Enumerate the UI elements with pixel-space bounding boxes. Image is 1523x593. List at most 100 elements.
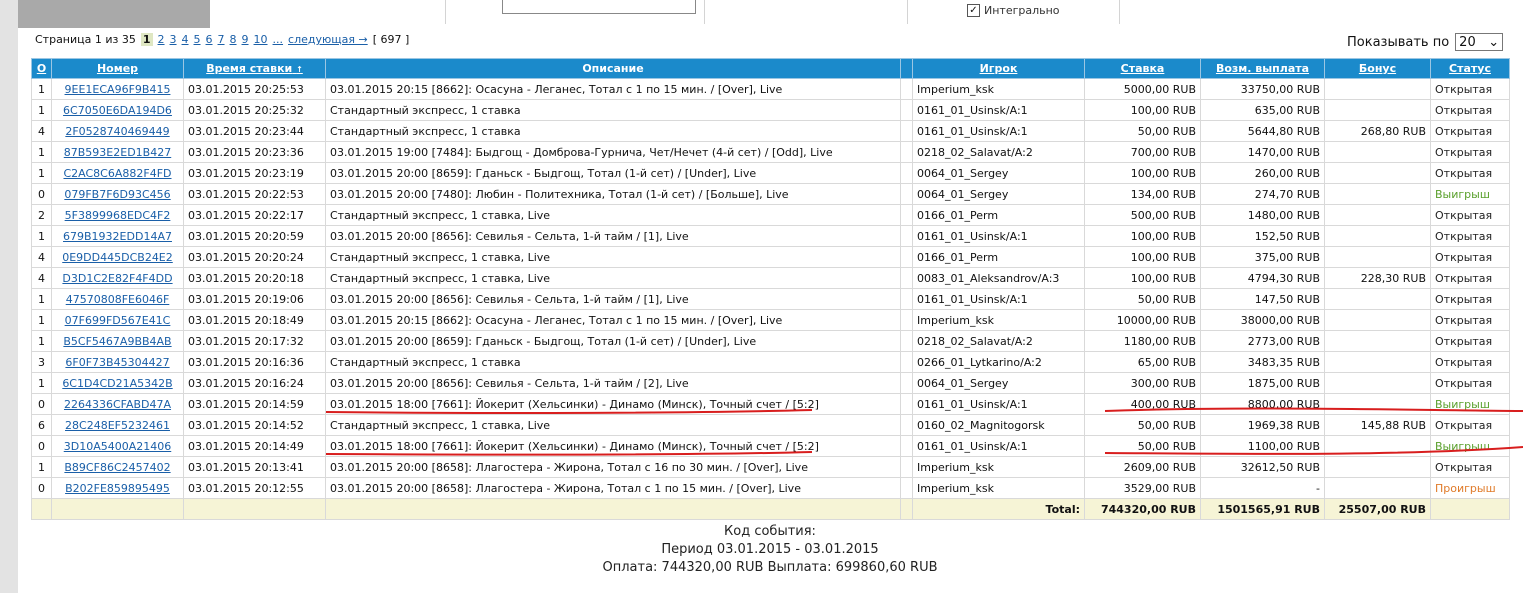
cell-bonus — [1324, 288, 1431, 310]
cell-stake: 3529,00 RUB — [1084, 477, 1201, 499]
cell-payout: 8800,00 RUB — [1200, 393, 1325, 415]
cell-player: Imperium_ksk — [912, 309, 1085, 331]
bet-number-link[interactable]: 3D10A5400A21406 — [64, 440, 172, 453]
cell-status: Открытая — [1430, 309, 1510, 331]
table-row: 1 679B1932EDD14A7 03.01.2015 20:20:59 03.01… — [31, 225, 1510, 247]
pagination-page-link[interactable]: 10 — [254, 33, 268, 46]
summary-totals: Оплата: 744320,00 RUB Выплата: 699860,60… — [602, 560, 938, 575]
cell-stake: 700,00 RUB — [1084, 141, 1201, 163]
cell-stake: 50,00 RUB — [1084, 414, 1201, 436]
cell-payout: 1875,00 RUB — [1200, 372, 1325, 394]
cell-description: 03.01.2015 20:00 [8659]: Гданьск - Быдго… — [325, 162, 901, 184]
cell-time: 03.01.2015 20:18:49 — [183, 309, 326, 331]
bet-number-link[interactable]: 6C1D4CD21A5342B — [62, 377, 172, 390]
col-header-desc: Описание — [325, 58, 901, 79]
cell-payout: 38000,00 RUB — [1200, 309, 1325, 331]
col-header-time[interactable]: Время ставки ↑ — [183, 58, 326, 79]
pagination-page-link[interactable]: ... — [273, 33, 284, 46]
status-badge: Открытая — [1435, 418, 1493, 432]
cell-payout: 33750,00 RUB — [1200, 78, 1325, 100]
cell-stake: 500,00 RUB — [1084, 204, 1201, 226]
bet-number-link[interactable]: 07F699FD567E41C — [65, 314, 171, 327]
pagination-page-link[interactable]: 7 — [218, 33, 225, 46]
pagination-page-link[interactable]: 5 — [194, 33, 201, 46]
table-row: 6 28C248EF5232461 03.01.2015 20:14:52 Станд… — [31, 414, 1510, 436]
summary-event-code: Код события: — [724, 524, 816, 539]
cell-payout: 2773,00 RUB — [1200, 330, 1325, 352]
col-header-stake[interactable]: Ставка — [1084, 58, 1201, 79]
bet-number-link[interactable]: 87B593E2ED1B427 — [64, 146, 171, 159]
col-header-o[interactable]: О — [31, 58, 52, 79]
cell-status: Открытая — [1430, 372, 1510, 394]
bet-number-link[interactable]: 28C248EF5232461 — [65, 419, 170, 432]
col-header-payout[interactable]: Возм. выплата — [1200, 58, 1325, 79]
bet-number-link[interactable]: 6F0F73B45304427 — [65, 356, 169, 369]
cell-number: 3D10A5400A21406 — [51, 435, 184, 457]
cell-status: Выигрыш — [1430, 435, 1510, 457]
sort-icon: ↑ — [296, 65, 303, 74]
bet-number-link[interactable]: B5CF5467A9BB4AB — [63, 335, 171, 348]
cell-time: 03.01.2015 20:20:24 — [183, 246, 326, 268]
col-header-number[interactable]: Номер — [51, 58, 184, 79]
cell-status: Открытая — [1430, 204, 1510, 226]
filter-input[interactable] — [502, 0, 696, 14]
bet-number-link[interactable]: B89CF86C2457402 — [64, 461, 170, 474]
page-size-label: Показывать по — [1347, 34, 1450, 50]
col-header-status[interactable]: Статус — [1430, 58, 1510, 79]
cell-spacer — [900, 162, 913, 184]
pagination-page-link[interactable]: 8 — [230, 33, 237, 46]
cell-player: 0161_01_Usinsk/A:1 — [912, 120, 1085, 142]
pagination-page-link[interactable]: 6 — [206, 33, 213, 46]
cell-o: 1 — [31, 141, 52, 163]
cell-time: 03.01.2015 20:13:41 — [183, 456, 326, 478]
cell-bonus — [1324, 456, 1431, 478]
status-badge: Открытая — [1435, 334, 1493, 348]
bet-number-link[interactable]: 47570808FE6046F — [66, 293, 170, 306]
cell-spacer — [900, 183, 913, 205]
bet-number-link[interactable]: B202FE859895495 — [65, 482, 170, 495]
page-size-select[interactable]: 20 ⌄ — [1455, 33, 1504, 51]
bet-number-link[interactable]: 0E9DD445DCB24E2 — [62, 251, 173, 264]
bet-number-link[interactable]: 679B1932EDD14A7 — [63, 230, 172, 243]
cell-stake: 10000,00 RUB — [1084, 309, 1201, 331]
pagination-page-link[interactable]: 9 — [242, 33, 249, 46]
cell-description: 03.01.2015 20:00 [8659]: Гданьск - Быдго… — [325, 330, 901, 352]
pagination-page-link[interactable]: 3 — [170, 33, 177, 46]
cell-number: B89CF86C2457402 — [51, 456, 184, 478]
cell-stake: 134,00 RUB — [1084, 183, 1201, 205]
cell-bonus — [1324, 99, 1431, 121]
total-payout: 1501565,91 RUB — [1200, 498, 1325, 520]
col-header-player[interactable]: Игрок — [912, 58, 1085, 79]
bet-number-link[interactable]: 6C7050E6DA194D6 — [63, 104, 172, 117]
integral-checkbox[interactable]: ✓ — [967, 4, 980, 17]
cell-number: 6C1D4CD21A5342B — [51, 372, 184, 394]
pagination-page-link[interactable]: 4 — [182, 33, 189, 46]
cell-status: Открытая — [1430, 288, 1510, 310]
col-header-bonus[interactable]: Бонус — [1324, 58, 1431, 79]
cell-time: 03.01.2015 20:19:06 — [183, 288, 326, 310]
cell-description: 03.01.2015 20:00 [8656]: Севилья - Сельт… — [325, 372, 901, 394]
table-row: 4 0E9DD445DCB24E2 03.01.2015 20:20:24 Станд… — [31, 246, 1510, 268]
cell-status: Проигрыш — [1430, 477, 1510, 499]
bet-number-link[interactable]: 2F0528740469449 — [65, 125, 169, 138]
cell-description: 03.01.2015 20:15 [8662]: Осасуна - Леган… — [325, 78, 901, 100]
pagination-next-link[interactable]: следующая → — [288, 33, 368, 46]
cell-spacer — [900, 477, 913, 499]
bet-number-link[interactable]: D3D1C2E82F4F4DD — [62, 272, 172, 285]
cell-bonus — [1324, 78, 1431, 100]
status-badge: Открытая — [1435, 460, 1493, 474]
bet-number-link[interactable]: 079FB7F6D93C456 — [64, 188, 170, 201]
bet-number-link[interactable]: 2264336CFABD47A — [64, 398, 171, 411]
filter-bar — [210, 0, 1523, 24]
bets-table: О Номер Время ставки ↑ Описание Игрок Ст… — [31, 58, 1510, 520]
pagination-page-link[interactable]: 2 — [158, 33, 165, 46]
cell-bonus — [1324, 246, 1431, 268]
bet-number-link[interactable]: C2AC8C6A882F4FD — [63, 167, 171, 180]
table-row: 1 07F699FD567E41C 03.01.2015 20:18:49 03.01… — [31, 309, 1510, 331]
bet-number-link[interactable]: 5F3899968EDC4F2 — [65, 209, 171, 222]
cell-stake: 100,00 RUB — [1084, 246, 1201, 268]
integral-checkbox-group[interactable]: ✓ Интегрально — [967, 4, 1060, 17]
cell-status: Открытая — [1430, 162, 1510, 184]
cell-bonus: 145,88 RUB — [1324, 414, 1431, 436]
bet-number-link[interactable]: 9EE1ECA96F9B415 — [65, 83, 171, 96]
